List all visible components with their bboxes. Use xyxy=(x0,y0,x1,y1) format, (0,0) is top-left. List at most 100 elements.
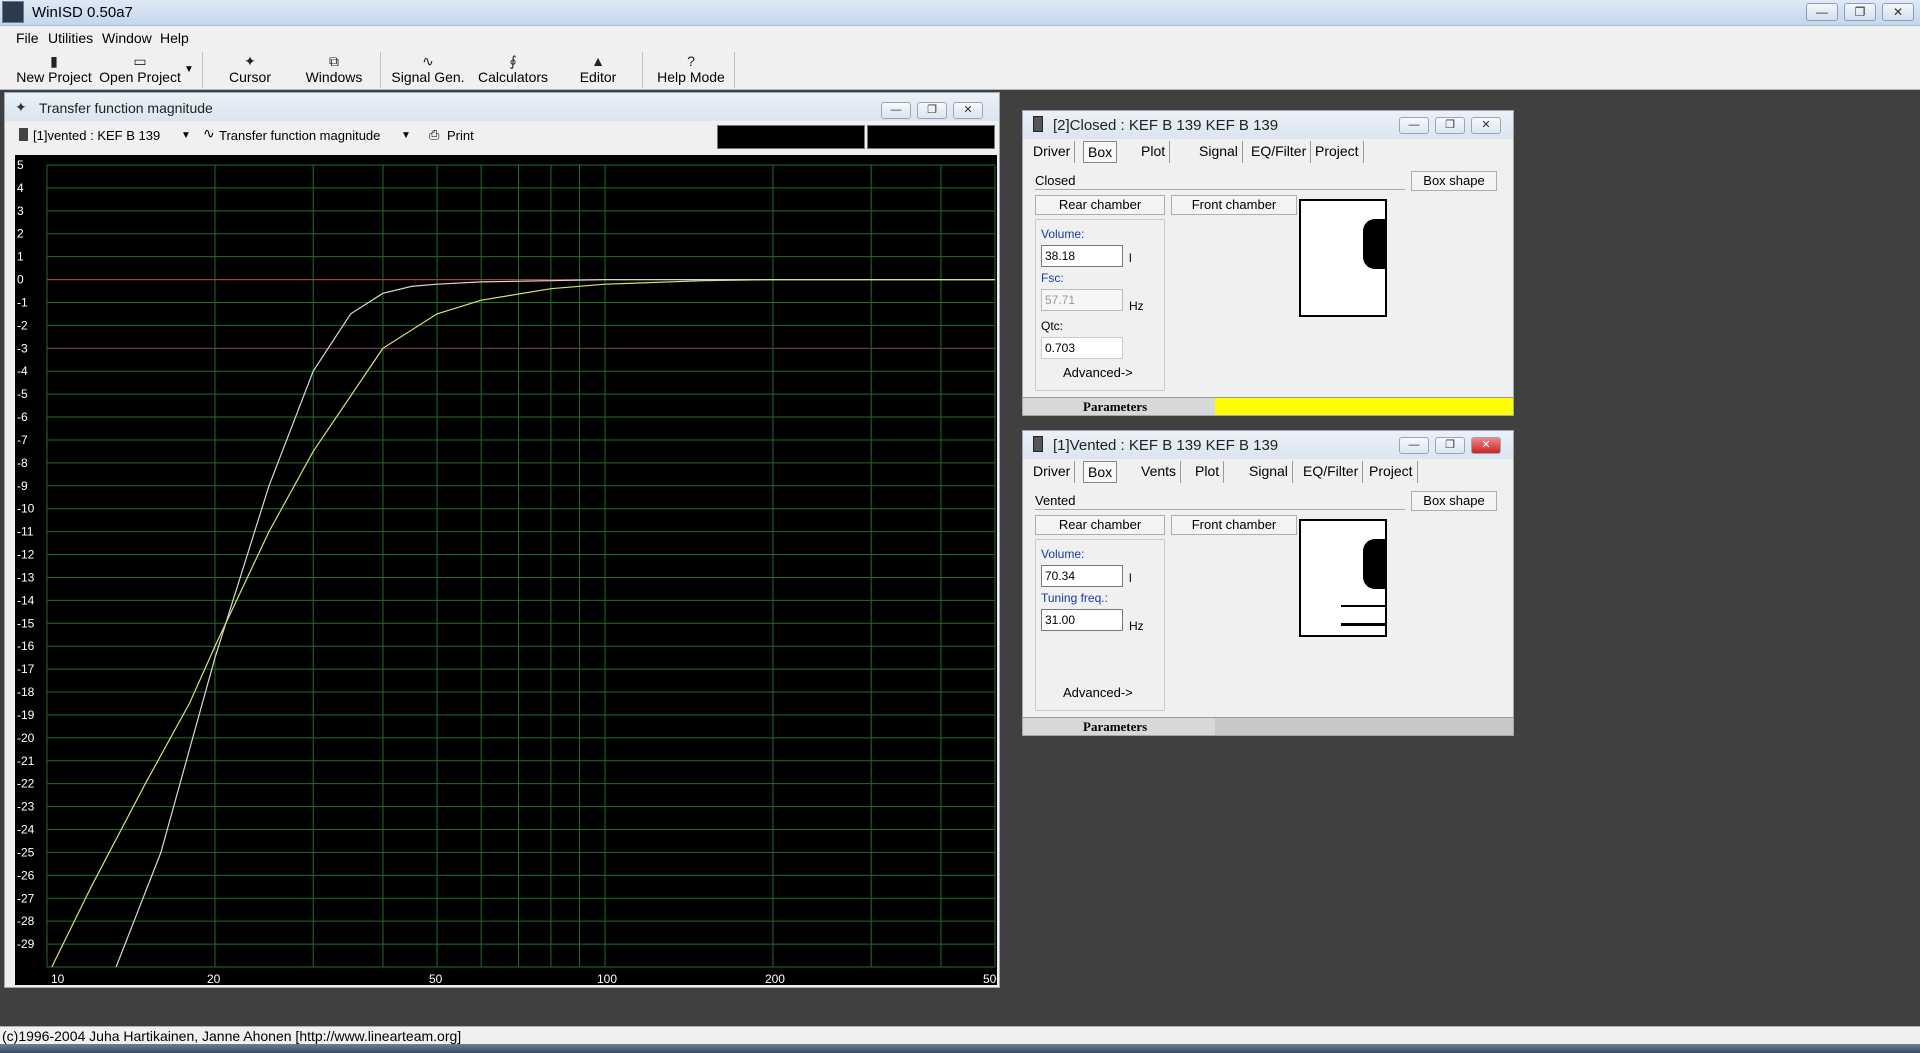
help-mode-button[interactable]: ? Help Mode xyxy=(652,50,730,88)
menu-window[interactable]: Window xyxy=(102,30,152,46)
box-type-label: Closed xyxy=(1035,173,1076,188)
divider xyxy=(1035,189,1405,190)
cursor-button[interactable]: ✦ Cursor xyxy=(214,50,286,88)
y-tick-label: -5 xyxy=(17,387,28,401)
windows-button[interactable]: ⧉ Windows xyxy=(296,50,372,88)
y-tick-label: -26 xyxy=(17,868,35,882)
vented-close-button[interactable]: ✕ xyxy=(1471,437,1501,454)
open-project-button[interactable]: ▭ Open Project xyxy=(96,50,184,88)
box-shape-button[interactable]: Box shape xyxy=(1411,171,1497,191)
x-tick-label: 500 xyxy=(983,972,997,985)
calculators-button[interactable]: ∮ Calculators xyxy=(474,50,552,88)
rear-chamber-button[interactable]: Rear chamber xyxy=(1035,515,1165,535)
project-select[interactable]: [1]vented : KEF B 139 xyxy=(33,128,160,143)
new-project-icon: ▮ xyxy=(50,53,58,69)
parameters-indicator xyxy=(1215,398,1513,415)
vented-restore-button[interactable]: ❐ xyxy=(1435,437,1465,454)
graph-dropdown-icon[interactable]: ▼ xyxy=(401,130,411,141)
project-dropdown-icon[interactable]: ▼ xyxy=(181,130,191,141)
tab-signal[interactable]: Signal xyxy=(1245,461,1293,483)
y-tick-label: -28 xyxy=(17,914,35,928)
plot-close-button[interactable]: ✕ xyxy=(953,102,983,119)
y-tick-label: -2 xyxy=(17,318,28,332)
plot-restore-button[interactable]: ❐ xyxy=(917,102,947,119)
y-tick-label: -14 xyxy=(17,593,35,607)
vented-parameters-bar[interactable]: Parameters xyxy=(1023,717,1513,735)
open-project-dropdown-icon[interactable]: ▼ xyxy=(184,64,194,75)
closed-restore-button[interactable]: ❐ xyxy=(1435,117,1465,134)
closed-parameters-bar[interactable]: Parameters xyxy=(1023,397,1513,415)
divider xyxy=(1035,509,1405,510)
x-tick-label: 20 xyxy=(207,972,221,985)
closed-window-title: [2]Closed : KEF B 139 KEF B 139 xyxy=(1053,117,1279,134)
tab-project[interactable]: Project xyxy=(1365,461,1418,483)
vented-window-caption[interactable]: [1]Vented : KEF B 139 KEF B 139 — ❐ ✕ xyxy=(1023,431,1513,459)
signal-gen-button[interactable]: ∿ Signal Gen. xyxy=(388,50,468,88)
vented-project-window: [1]Vented : KEF B 139 KEF B 139 — ❐ ✕ Dr… xyxy=(1022,430,1514,736)
editor-button[interactable]: ▲ Editor xyxy=(568,50,628,88)
editor-label: Editor xyxy=(579,69,617,85)
y-tick-label: 0 xyxy=(17,273,24,287)
tab-project[interactable]: Project xyxy=(1311,141,1364,163)
signal-gen-icon: ∿ xyxy=(422,53,434,69)
project-icon xyxy=(1033,436,1043,452)
open-project-icon: ▭ xyxy=(133,53,147,69)
project-icon xyxy=(1033,116,1043,132)
tab-box[interactable]: Box xyxy=(1083,141,1118,163)
close-button[interactable]: ✕ xyxy=(1882,3,1914,21)
print-button[interactable]: Print xyxy=(447,128,474,143)
tab-signal[interactable]: Signal xyxy=(1195,141,1243,163)
closed-close-button[interactable]: ✕ xyxy=(1471,117,1501,134)
menu-help[interactable]: Help xyxy=(160,30,189,46)
y-tick-label: -8 xyxy=(17,456,28,470)
front-chamber-button[interactable]: Front chamber xyxy=(1171,515,1297,535)
tab-box[interactable]: Box xyxy=(1083,461,1118,483)
y-tick-label: -25 xyxy=(17,845,35,859)
front-chamber-button[interactable]: Front chamber xyxy=(1171,195,1297,215)
y-tick-label: 2 xyxy=(17,227,24,241)
open-project-label: Open Project xyxy=(99,69,181,85)
plot-window-caption[interactable]: ✦ Transfer function magnitude — ❐ ✕ xyxy=(5,93,999,121)
tab-vents[interactable]: Vents xyxy=(1137,461,1182,483)
vented-minimize-button[interactable]: — xyxy=(1399,437,1429,454)
closed-minimize-button[interactable]: — xyxy=(1399,117,1429,134)
closed-window-caption[interactable]: [2]Closed : KEF B 139 KEF B 139 — ❐ ✕ xyxy=(1023,111,1513,139)
tab-eq-filter[interactable]: EQ/Filter xyxy=(1299,461,1364,483)
closed-box-diagram xyxy=(1299,199,1387,317)
restore-button[interactable]: ❐ xyxy=(1844,3,1876,21)
y-tick-label: -6 xyxy=(17,410,28,424)
tab-plot[interactable]: Plot xyxy=(1191,461,1225,483)
rear-chamber-button[interactable]: Rear chamber xyxy=(1035,195,1165,215)
calculators-icon: ∮ xyxy=(509,53,517,69)
speaker-icon xyxy=(1363,539,1385,589)
cursor-label: Cursor xyxy=(228,69,271,85)
transfer-function-chart[interactable]: 543210-1-2-3-4-5-6-7-8-9-10-11-12-13-14-… xyxy=(15,155,1003,986)
y-tick-label: -3 xyxy=(17,341,28,355)
app-icon[interactable] xyxy=(2,1,24,23)
menu-utilities[interactable]: Utilities xyxy=(48,30,93,46)
calculators-label: Calculators xyxy=(477,69,549,85)
speaker-icon xyxy=(1363,219,1385,269)
box-shape-button[interactable]: Box shape xyxy=(1411,491,1497,511)
graph-select[interactable]: Transfer function magnitude xyxy=(219,128,380,143)
tab-plot[interactable]: Plot xyxy=(1137,141,1171,163)
y-tick-label: 5 xyxy=(17,158,24,172)
y-tick-label: 4 xyxy=(17,181,24,195)
minimize-button[interactable]: — xyxy=(1806,3,1838,21)
toolbar-separator xyxy=(202,52,203,88)
plot-area[interactable]: 5 4 3 2 1 0 -1 -2 -3 -4 -5 -6 -7 -8 -9 -10 -11 -12 -13 -14-… xyxy=(15,155,1003,986)
new-project-button[interactable]: ▮ New Project xyxy=(14,50,94,88)
tab-driver[interactable]: Driver xyxy=(1029,461,1076,483)
printer-icon: ⎙ xyxy=(429,127,440,142)
y-tick-label: -17 xyxy=(17,662,35,676)
y-tick-label: -23 xyxy=(17,800,35,814)
port-wall-icon xyxy=(1341,605,1385,607)
signal-gen-label: Signal Gen. xyxy=(391,69,465,85)
menu-file[interactable]: File xyxy=(16,30,39,46)
y-tick-label: -18 xyxy=(17,685,35,699)
port-wall-icon xyxy=(1341,623,1385,626)
cursor-icon: ✦ xyxy=(244,53,256,69)
tab-eq-filter[interactable]: EQ/Filter xyxy=(1247,141,1312,163)
plot-minimize-button[interactable]: — xyxy=(881,102,911,119)
tab-driver[interactable]: Driver xyxy=(1029,141,1076,163)
